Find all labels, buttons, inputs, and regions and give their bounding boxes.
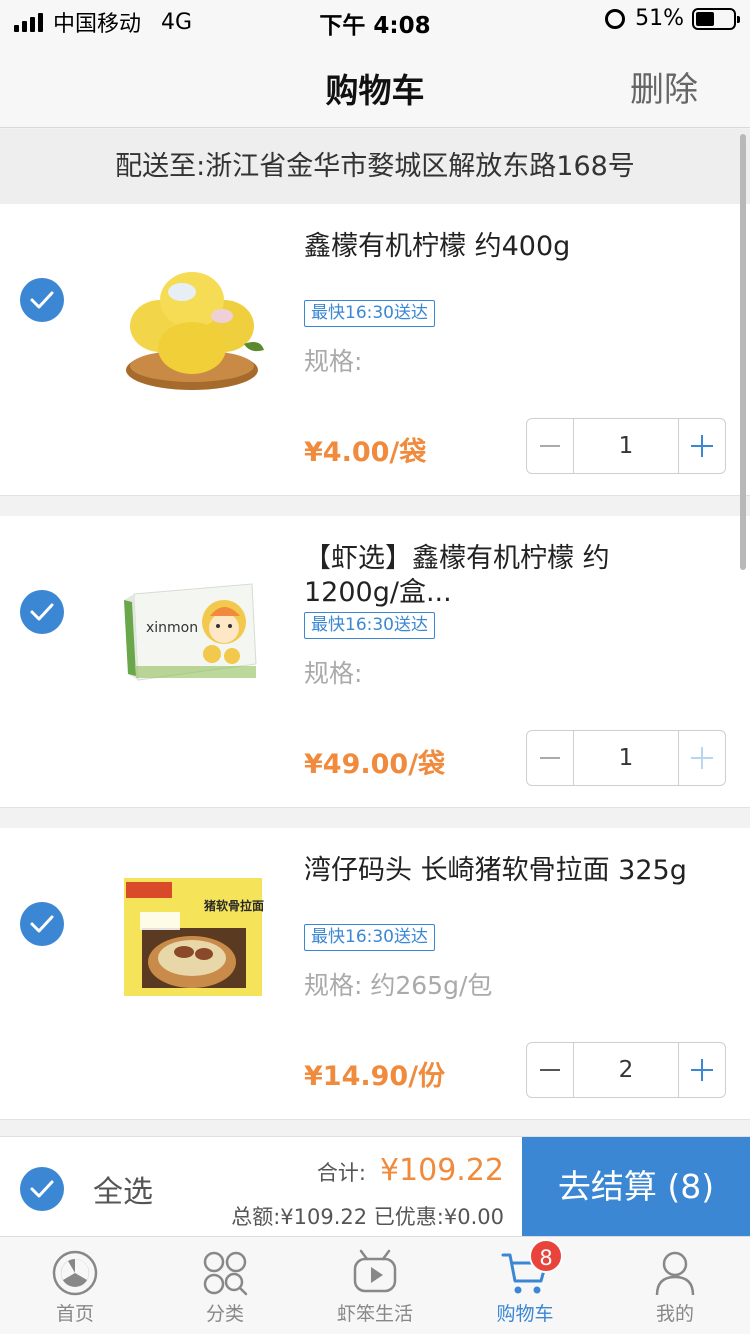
battery-percent: 51% xyxy=(635,6,684,31)
item-checkbox[interactable] xyxy=(20,590,64,634)
plus-icon xyxy=(691,747,713,769)
quantity-stepper: 1 xyxy=(526,418,726,474)
tab-category[interactable]: 分类 xyxy=(150,1237,300,1334)
delete-button[interactable]: 删除 xyxy=(630,62,698,111)
total-amount: ¥109.22 xyxy=(379,1153,504,1188)
item-price: ¥49.00/袋 xyxy=(304,749,446,780)
increase-button[interactable] xyxy=(678,1043,725,1097)
home-icon xyxy=(52,1250,98,1296)
delivery-badge: 最快16:30送达 xyxy=(304,612,435,639)
select-all-label[interactable]: 全选 xyxy=(93,1167,153,1211)
item-name[interactable]: 湾仔码头 长崎猪软骨拉面 325g xyxy=(304,854,704,888)
alarm-icon xyxy=(605,8,626,29)
tab-label: 我的 xyxy=(655,1303,694,1325)
tab-label: 分类 xyxy=(205,1303,244,1325)
delivery-badge: 最快16:30送达 xyxy=(304,300,435,327)
decrease-button[interactable] xyxy=(527,1043,574,1097)
battery-icon xyxy=(692,7,740,30)
tab-home[interactable]: 首页 xyxy=(0,1237,150,1334)
price-summary: 总额:¥109.22 已优惠:¥0.00 xyxy=(231,1205,504,1229)
item-spec: 规格: xyxy=(304,659,363,688)
tab-label: 首页 xyxy=(55,1303,94,1325)
scroll-indicator[interactable] xyxy=(740,134,746,570)
cart-count-badge: 8 xyxy=(529,1239,563,1273)
tab-bar: 首页 分类 虾笨生活 8 购物车 我的 xyxy=(0,1236,750,1334)
minus-icon xyxy=(540,445,560,447)
status-bar: 中国移动 4G 下午 4:08 51% xyxy=(0,0,750,40)
box-brand-text: xinmon xyxy=(146,620,198,636)
delivery-badge: 最快16:30送达 xyxy=(304,924,435,951)
select-all-checkbox[interactable] xyxy=(20,1167,64,1211)
item-price: ¥4.00/袋 xyxy=(304,437,427,468)
cart-item: xinmon 【虾选】鑫檬有机柠檬 约1200g/盒... 最快16:30送达 … xyxy=(0,516,750,808)
item-name[interactable]: 鑫檬有机柠檬 约400g xyxy=(304,230,704,264)
increase-button[interactable] xyxy=(678,731,725,785)
tab-life[interactable]: 虾笨生活 xyxy=(300,1237,450,1334)
lemon-box-image[interactable]: xinmon xyxy=(112,556,272,716)
profile-icon xyxy=(655,1251,695,1296)
tab-cart[interactable]: 8 购物车 xyxy=(450,1237,600,1334)
tab-profile[interactable]: 我的 xyxy=(600,1237,750,1334)
total-label: 合计: xyxy=(316,1161,366,1185)
quantity-stepper: 1 xyxy=(526,730,726,786)
minus-icon xyxy=(540,1069,560,1071)
plus-icon xyxy=(691,1059,713,1081)
decrease-button[interactable] xyxy=(527,731,574,785)
category-icon xyxy=(203,1251,248,1296)
checkout-bar: 全选 合计: ¥109.22 总额:¥109.22 已优惠:¥0.00 去结算 … xyxy=(0,1136,750,1237)
item-spec: 规格: xyxy=(304,347,363,376)
tab-label: 购物车 xyxy=(496,1303,554,1325)
item-checkbox[interactable] xyxy=(20,278,64,322)
item-price: ¥14.90/份 xyxy=(304,1061,446,1092)
plus-icon xyxy=(691,435,713,457)
item-checkbox[interactable] xyxy=(20,902,64,946)
quantity-stepper: 2 xyxy=(526,1042,726,1098)
ramen-package-image[interactable]: 猪软骨拉面 xyxy=(112,868,272,1028)
delivery-address[interactable]: 配送至:浙江省金华市婺城区解放东路168号 xyxy=(0,129,750,204)
quantity-value[interactable]: 1 xyxy=(574,731,678,785)
nav-bar: 购物车 删除 xyxy=(0,40,750,128)
lemon-image[interactable] xyxy=(112,252,272,412)
increase-button[interactable] xyxy=(678,419,725,473)
minus-icon xyxy=(540,757,560,759)
total-line: 合计: ¥109.22 xyxy=(317,1153,504,1188)
video-icon xyxy=(353,1249,397,1293)
item-spec: 规格: 约265g/包 xyxy=(304,971,493,1000)
decrease-button[interactable] xyxy=(527,419,574,473)
tab-label: 虾笨生活 xyxy=(336,1303,413,1325)
quantity-value[interactable]: 2 xyxy=(574,1043,678,1097)
package-title-text: 猪软骨拉面 xyxy=(203,898,264,913)
quantity-value[interactable]: 1 xyxy=(574,419,678,473)
cart-item: 鑫檬有机柠檬 约400g 最快16:30送达 规格: ¥4.00/袋 1 xyxy=(0,204,750,496)
item-name[interactable]: 【虾选】鑫檬有机柠檬 约1200g/盒... xyxy=(304,542,704,610)
checkout-button[interactable]: 去结算 (8) xyxy=(522,1137,750,1237)
cart-item: 猪软骨拉面 湾仔码头 长崎猪软骨拉面 325g 最快16:30送达 规格: 约2… xyxy=(0,828,750,1120)
